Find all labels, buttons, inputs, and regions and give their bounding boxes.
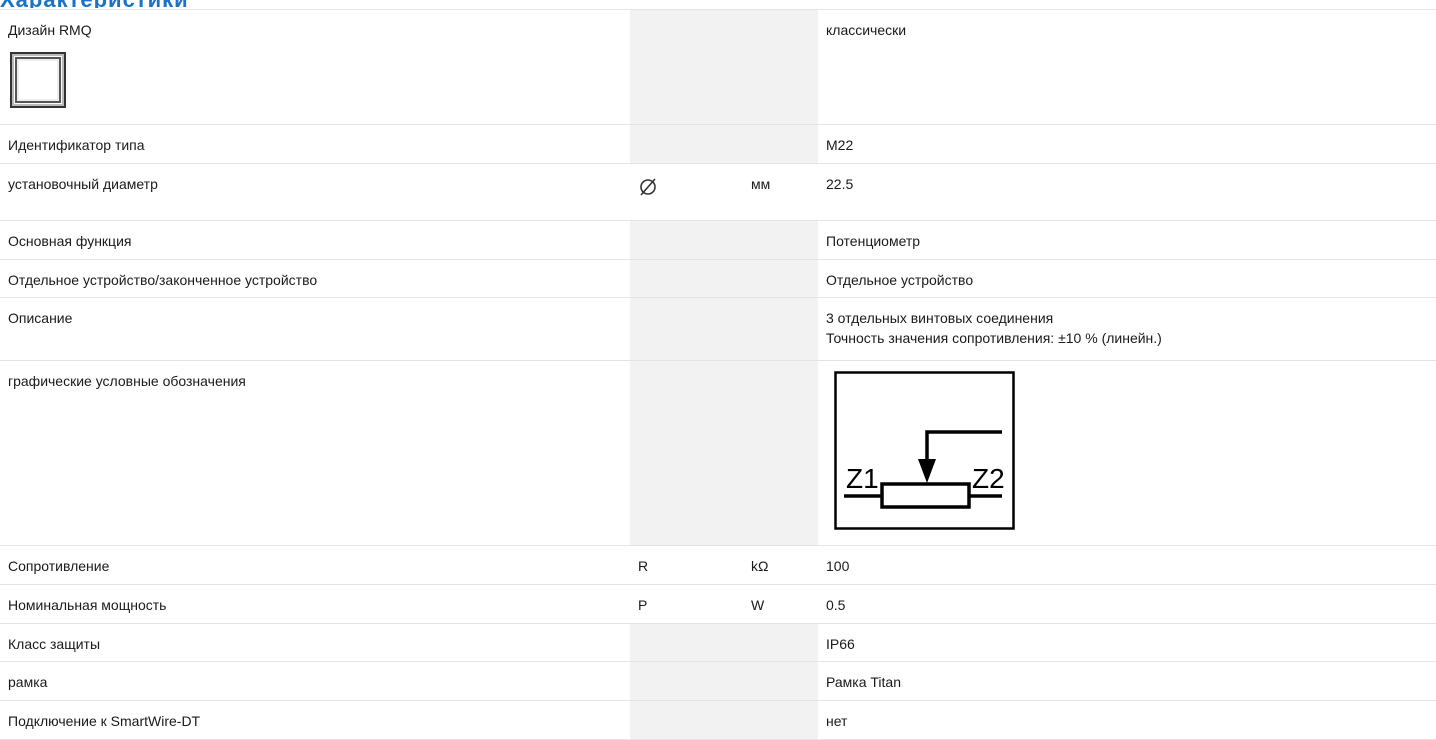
- schematic-label-right: Z2: [972, 463, 1005, 494]
- property-name: Описание: [8, 310, 73, 326]
- symbol-cell: [630, 624, 743, 661]
- property-name-cell: установочный диаметр: [0, 164, 630, 220]
- table-row: Описание 3 отдельных винтовых соединения…: [0, 298, 1436, 361]
- value-cell: M22: [818, 125, 1436, 163]
- property-value: классически: [826, 22, 907, 38]
- symbol-cell: P: [630, 585, 743, 623]
- property-value: Отдельное устройство: [826, 272, 974, 288]
- property-name: Сопротивление: [8, 558, 110, 574]
- symbol-cell: R: [630, 546, 743, 584]
- table-row: графические условные обозначения Z1 Z2: [0, 361, 1436, 546]
- symbol-cell: [630, 298, 743, 360]
- unit-label: W: [751, 597, 765, 613]
- potentiometer-schematic: Z1 Z2: [834, 371, 1015, 530]
- property-name: Класс защиты: [8, 636, 101, 652]
- symbol-cell: [630, 701, 743, 739]
- unit-cell: [743, 298, 818, 360]
- property-name-cell: Класс защиты: [0, 624, 630, 661]
- property-name-cell: Отдельное устройство/законченное устройс…: [0, 260, 630, 297]
- symbol-cell: [630, 164, 743, 220]
- section-title: Характеристики: [0, 0, 189, 8]
- unit-cell: [743, 125, 818, 163]
- unit-cell: [743, 221, 818, 259]
- symbol-cell: [630, 10, 743, 124]
- unit-label: мм: [751, 176, 771, 192]
- property-value: Рамка Titan: [826, 674, 901, 690]
- value-cell: Z1 Z2: [818, 361, 1436, 545]
- property-name: установочный диаметр: [8, 176, 158, 192]
- value-cell: IP66: [818, 624, 1436, 661]
- property-name: рамка: [8, 674, 48, 690]
- property-name: Дизайн RMQ: [8, 22, 92, 38]
- symbol-cell: [630, 260, 743, 297]
- property-value-line-2: Точность значения сопротивления: ±10 % (…: [826, 330, 1162, 346]
- property-value: нет: [826, 713, 848, 729]
- property-name: графические условные обозначения: [8, 373, 246, 389]
- property-value: Потенциометр: [826, 233, 921, 249]
- specifications-table: Дизайн RMQ классически Идентификатор тип…: [0, 9, 1436, 740]
- unit-cell: [743, 624, 818, 661]
- table-row: Подключение к SmartWire-DT нет: [0, 701, 1436, 740]
- property-name: Подключение к SmartWire-DT: [8, 713, 201, 729]
- value-cell: Отдельное устройство: [818, 260, 1436, 297]
- property-name: Идентификатор типа: [8, 137, 145, 153]
- value-cell: 3 отдельных винтовых соединения Точность…: [818, 298, 1436, 360]
- unit-cell: мм: [743, 164, 818, 220]
- unit-cell: [743, 260, 818, 297]
- table-row: Дизайн RMQ классически: [0, 9, 1436, 125]
- value-cell: Рамка Titan: [818, 662, 1436, 700]
- symbol-label: R: [638, 558, 649, 574]
- property-name-cell: рамка: [0, 662, 630, 700]
- property-name: Номинальная мощность: [8, 597, 167, 613]
- unit-cell: W: [743, 585, 818, 623]
- symbol-cell: [630, 125, 743, 163]
- symbol-cell: [630, 361, 743, 545]
- symbol-label: P: [638, 597, 648, 613]
- unit-cell: [743, 662, 818, 700]
- unit-cell: [743, 701, 818, 739]
- property-value: IP66: [826, 636, 855, 652]
- property-name-cell: Описание: [0, 298, 630, 360]
- unit-cell: [743, 361, 818, 545]
- property-value: 0.5: [826, 597, 846, 613]
- property-value: 100: [826, 558, 850, 574]
- table-row: рамка Рамка Titan: [0, 662, 1436, 701]
- unit-cell: kΩ: [743, 546, 818, 584]
- table-row: Класс защиты IP66: [0, 624, 1436, 662]
- property-name-cell: графические условные обозначения: [0, 361, 630, 545]
- property-name-cell: Идентификатор типа: [0, 125, 630, 163]
- schematic-label-left: Z1: [846, 463, 879, 494]
- table-row: Отдельное устройство/законченное устройс…: [0, 260, 1436, 298]
- table-row: Номинальная мощность P W 0.5: [0, 585, 1436, 624]
- property-value: 3 отдельных винтовых соединения: [826, 310, 1054, 326]
- symbol-cell: [630, 662, 743, 700]
- property-value: M22: [826, 137, 854, 153]
- rmq-design-square-icon: [10, 52, 66, 108]
- value-cell: 100: [818, 546, 1436, 584]
- property-value: 22.5: [826, 176, 854, 192]
- symbol-cell: [630, 221, 743, 259]
- section-title-strip: Характеристики: [0, 0, 230, 8]
- table-row: установочный диаметр мм 22.5: [0, 164, 1436, 221]
- property-name: Отдельное устройство/законченное устройс…: [8, 272, 318, 288]
- property-name-cell: Сопротивление: [0, 546, 630, 584]
- table-row: Идентификатор типа M22: [0, 125, 1436, 164]
- property-name-cell: Основная функция: [0, 221, 630, 259]
- value-cell: Потенциометр: [818, 221, 1436, 259]
- property-name-cell: Номинальная мощность: [0, 585, 630, 623]
- diameter-icon: [640, 178, 656, 196]
- unit-cell: [743, 10, 818, 124]
- property-name-cell: Дизайн RMQ: [0, 10, 630, 124]
- table-row: Основная функция Потенциометр: [0, 221, 1436, 260]
- value-cell: классически: [818, 10, 1436, 124]
- property-name: Основная функция: [8, 233, 132, 249]
- unit-label: kΩ: [751, 558, 769, 574]
- value-cell: нет: [818, 701, 1436, 739]
- table-row: Сопротивление R kΩ 100: [0, 546, 1436, 585]
- value-cell: 22.5: [818, 164, 1436, 220]
- property-name-cell: Подключение к SmartWire-DT: [0, 701, 630, 739]
- value-cell: 0.5: [818, 585, 1436, 623]
